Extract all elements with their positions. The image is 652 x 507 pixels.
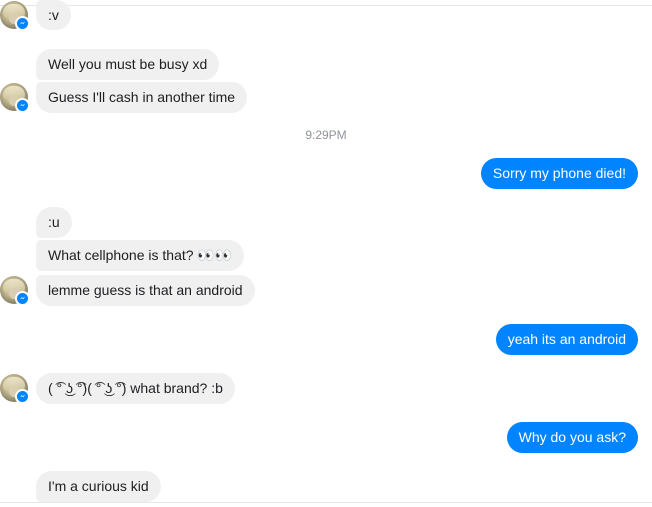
message-text: Sorry my phone died! — [492, 165, 626, 181]
message-text: :v — [48, 7, 59, 23]
contact-avatar[interactable] — [0, 374, 30, 404]
messenger-badge-icon — [15, 98, 30, 113]
message-bubble[interactable]: I'm a curious kid — [36, 471, 161, 502]
message-bubble-outgoing[interactable]: yeah its an android — [495, 324, 638, 355]
message-bubble[interactable]: ( ͡° ͜ʖ ͡°)( ͡° ͜ʖ ͡°) what brand? :b — [36, 373, 235, 404]
message-bubble[interactable]: Well you must be busy xd — [36, 49, 220, 80]
contact-avatar[interactable] — [0, 1, 30, 31]
message-bubble[interactable]: Guess I'll cash in another time — [36, 82, 248, 113]
message-text: :u — [48, 214, 60, 230]
message-text: ( ͡° ͜ʖ ͡°)( ͡° ͜ʖ ͡°) what brand? :b — [48, 380, 223, 396]
message-text: yeah its an android — [507, 331, 626, 347]
top-divider — [0, 5, 652, 6]
message-text: I'm a curious kid — [48, 478, 149, 494]
messenger-badge-icon — [15, 291, 30, 306]
message-bubble[interactable]: What cellphone is that? 👀👀 — [36, 240, 245, 271]
message-bubble[interactable]: lemme guess is that an android — [36, 275, 255, 306]
messenger-badge-icon — [15, 389, 30, 404]
message-text: Guess I'll cash in another time — [48, 89, 236, 105]
contact-avatar[interactable] — [0, 276, 30, 306]
messenger-badge-icon — [15, 16, 30, 31]
message-timestamp: 9:29PM — [305, 128, 347, 142]
message-bubble[interactable]: :v — [36, 0, 71, 30]
message-bubble[interactable]: :u — [36, 207, 72, 238]
bottom-divider — [0, 502, 652, 503]
message-bubble-outgoing[interactable]: Why do you ask? — [506, 422, 638, 453]
contact-avatar[interactable] — [0, 83, 30, 113]
message-bubble-outgoing[interactable]: Sorry my phone died! — [480, 158, 638, 189]
message-text: What cellphone is that? 👀👀 — [48, 247, 233, 263]
message-text: lemme guess is that an android — [48, 282, 243, 298]
message-text: Why do you ask? — [518, 429, 626, 445]
message-text: Well you must be busy xd — [48, 56, 208, 72]
